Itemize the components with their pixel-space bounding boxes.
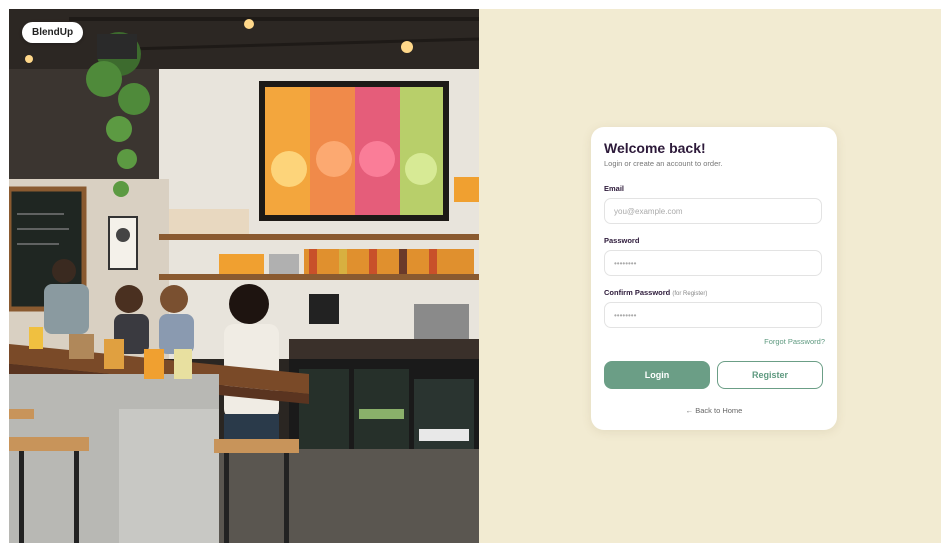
card-title: Welcome back! — [604, 140, 706, 156]
register-button[interactable]: Register — [717, 361, 823, 389]
confirm-password-value: •••••••• — [614, 310, 637, 320]
email-label: Email — [604, 184, 625, 193]
confirm-password-field[interactable]: •••••••• — [604, 302, 822, 328]
email-placeholder: you@example.com — [614, 206, 683, 216]
card-subtitle: Login or create an account to order. — [604, 159, 723, 168]
confirm-password-label-text: Confirm Password — [604, 288, 671, 297]
password-field[interactable]: •••••••• — [604, 250, 822, 276]
login-card: Welcome back! Login or create an account… — [591, 127, 837, 430]
brand-logo[interactable]: BlendUp — [22, 22, 84, 43]
confirm-password-hint: (for Register) — [672, 291, 708, 297]
email-field[interactable]: you@example.com — [604, 198, 822, 224]
password-label: Password — [604, 236, 640, 245]
auth-panel: Welcome back! Login or create an account… — [479, 9, 941, 543]
cafe-photo: BlendUp — [9, 9, 479, 543]
login-button[interactable]: Login — [604, 361, 710, 389]
forgot-password-link[interactable]: Forgot Password? — [764, 337, 825, 346]
back-to-home-link[interactable]: ← Back to Home — [591, 406, 837, 415]
page-frame: BlendUp Welcome back! Login or create an… — [9, 9, 941, 543]
password-value: •••••••• — [614, 258, 637, 268]
confirm-password-label: Confirm Password (for Register) — [604, 288, 707, 297]
cafe-illustration — [9, 9, 479, 543]
